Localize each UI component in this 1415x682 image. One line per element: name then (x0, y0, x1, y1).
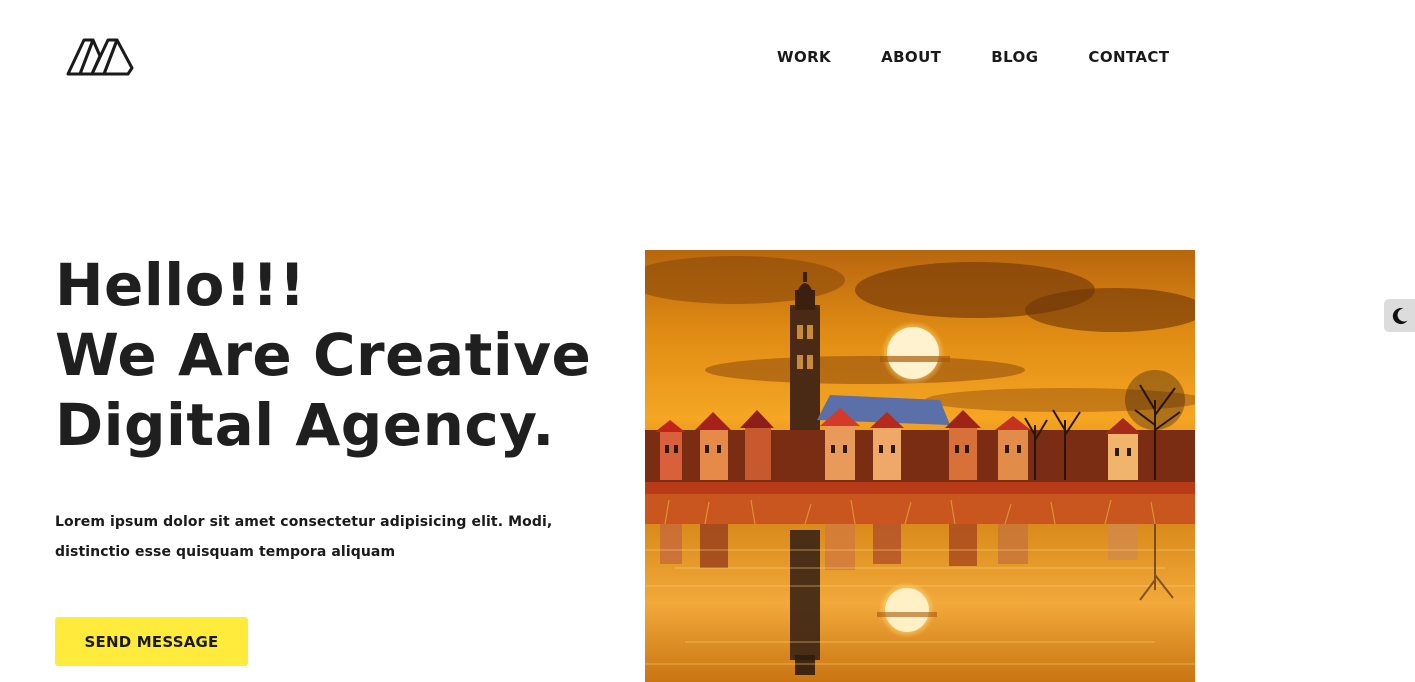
nav-about[interactable]: ABOUT (881, 47, 941, 67)
main-nav: WORK ABOUT BLOG CONTACT (777, 47, 1169, 67)
hero-title-line-1: Hello!!! (55, 251, 306, 319)
nav-blog[interactable]: BLOG (991, 47, 1038, 67)
nav-contact[interactable]: CONTACT (1088, 47, 1169, 67)
hero-title: Hello!!! We Are Creative Digital Agency. (55, 250, 591, 460)
hero-image-graphic (645, 250, 1195, 682)
logo-graphic (66, 38, 134, 76)
moon-icon (1392, 307, 1407, 324)
hero-description: Lorem ipsum dolor sit amet consectetur a… (55, 514, 553, 560)
send-message-button[interactable]: SEND MESSAGE (55, 617, 248, 666)
hero-title-line-2: We Are Creative (55, 321, 592, 389)
landing-page: WORK ABOUT BLOG CONTACT Hello!!! We Are … (0, 0, 1415, 682)
sunset-city-reflection-image (645, 250, 1195, 682)
hero-title-line-3: Digital Agency. (55, 391, 555, 459)
m-logo-icon[interactable] (66, 36, 136, 78)
nav-work[interactable]: WORK (777, 47, 831, 67)
dark-mode-toggle[interactable] (1384, 299, 1415, 332)
